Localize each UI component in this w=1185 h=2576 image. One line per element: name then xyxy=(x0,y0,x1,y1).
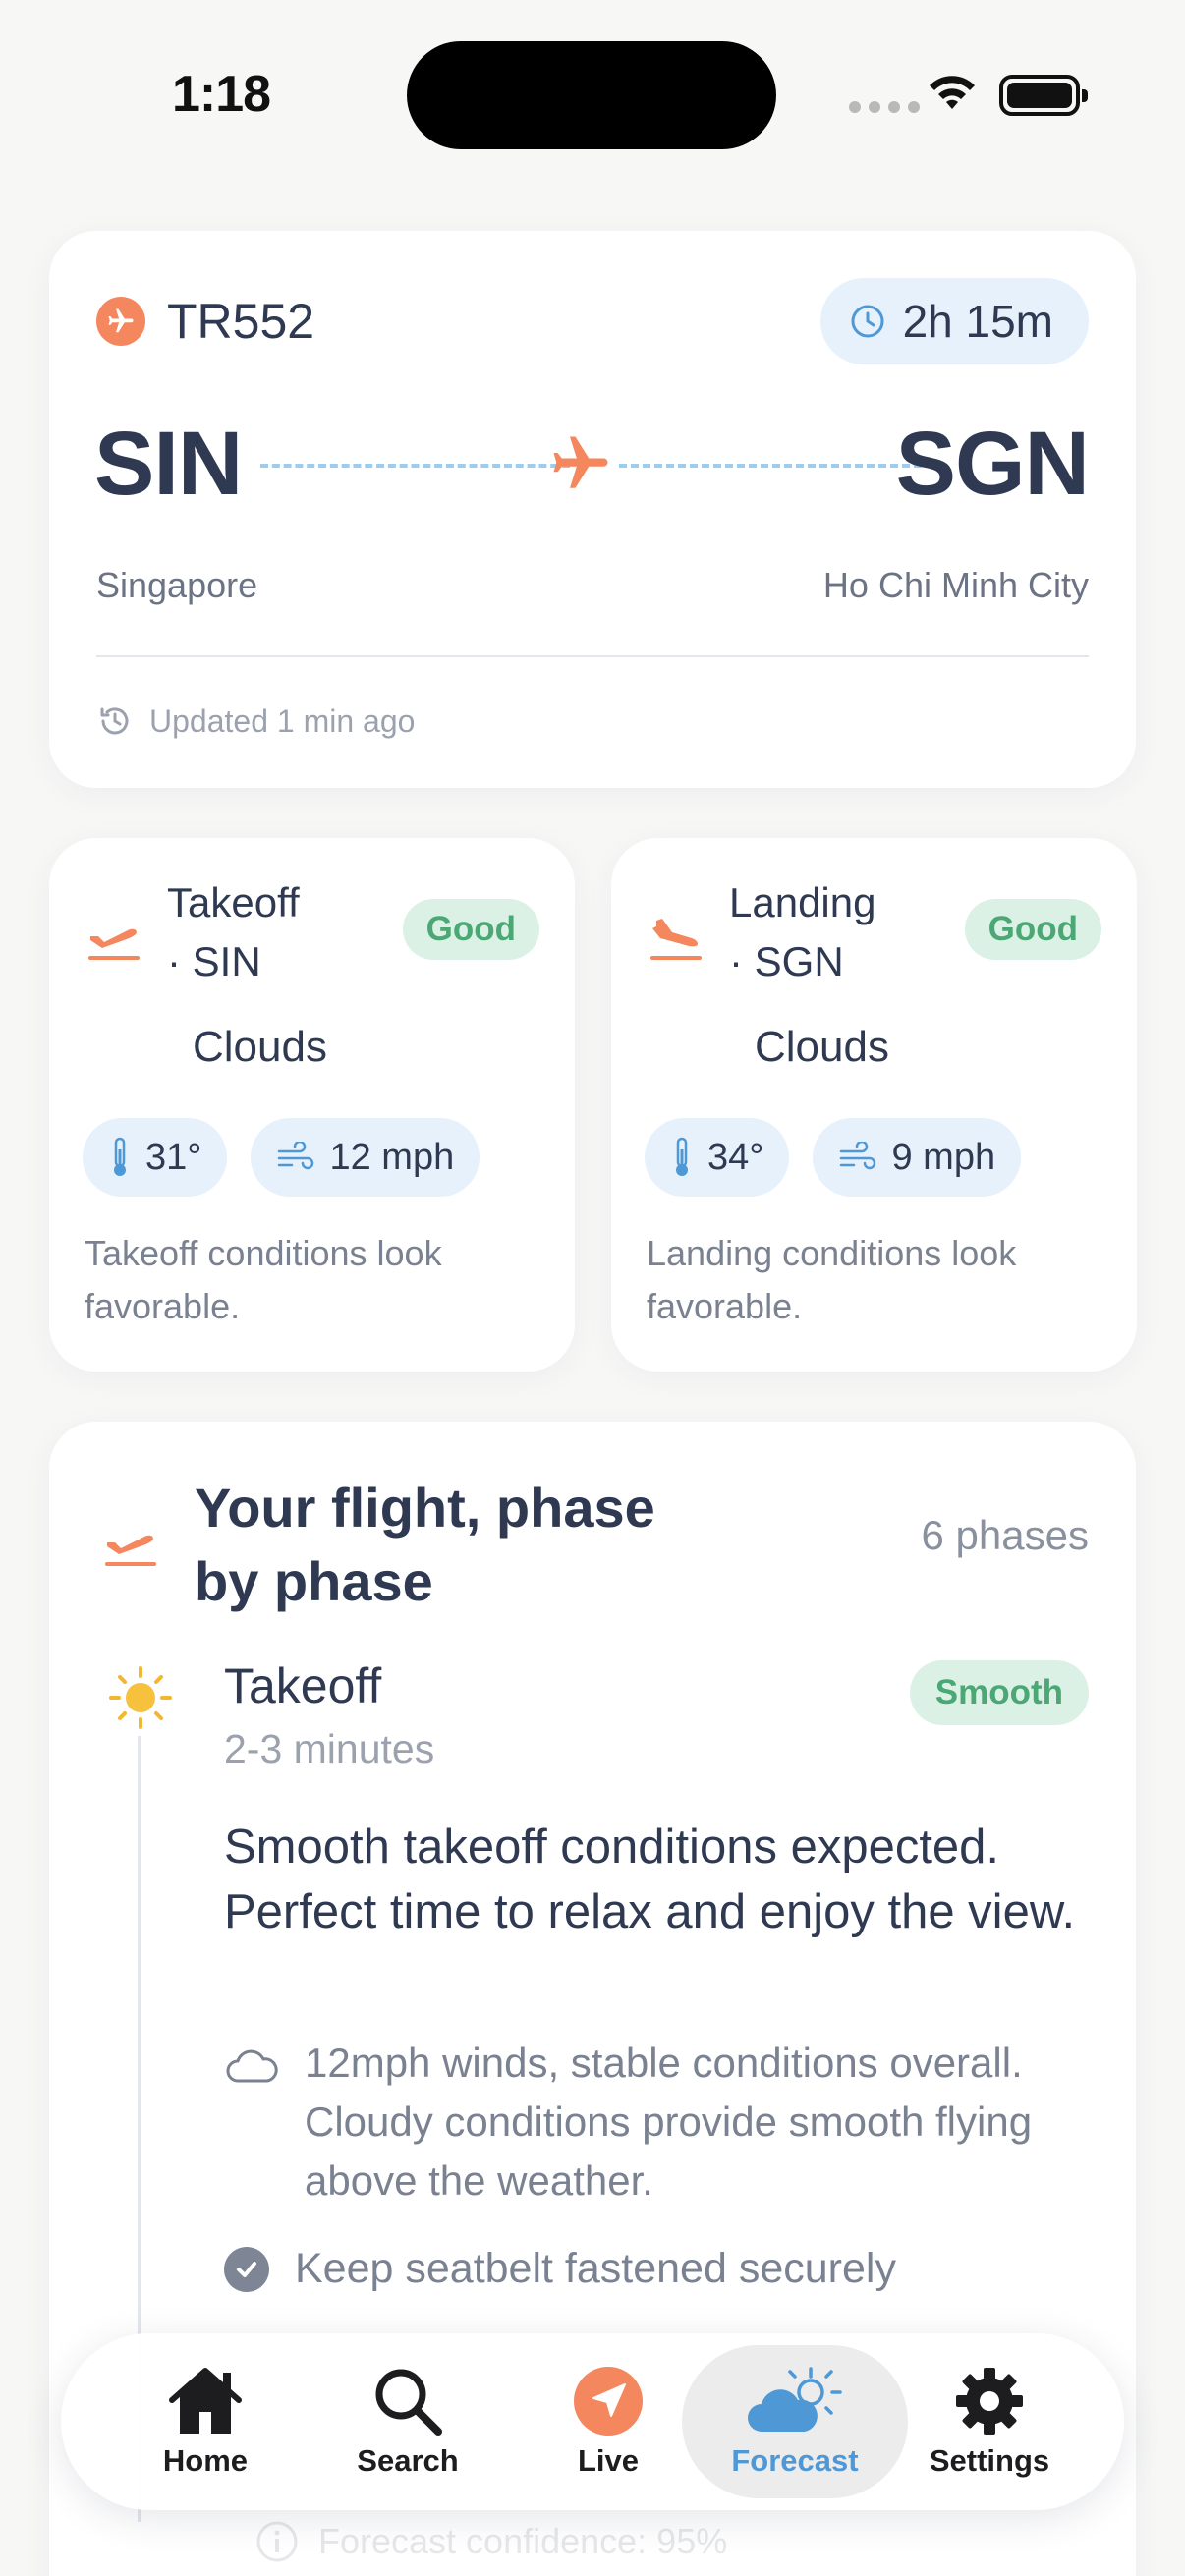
tab-live[interactable]: Live xyxy=(505,2345,711,2498)
landing-rating-badge: Good xyxy=(964,899,1101,960)
wind-icon xyxy=(278,1142,314,1170)
route-line-right xyxy=(619,464,933,468)
origin-city: Singapore xyxy=(96,565,258,605)
status-time: 1:18 xyxy=(172,66,271,123)
cloud-icon xyxy=(226,2049,278,2083)
last-updated: Updated 1 min ago xyxy=(96,702,415,740)
info-icon xyxy=(256,2521,298,2562)
destination-code: SGN xyxy=(895,414,1090,514)
landing-title: Landing · SGN xyxy=(729,879,876,984)
flight-number-text: TR552 xyxy=(167,294,315,349)
wind-chip: 9 mph xyxy=(813,1118,1022,1197)
destination-city: Ho Chi Minh City xyxy=(822,565,1089,605)
takeoff-icon xyxy=(88,928,140,960)
phase-detail: 12mph winds, stable conditions overall. … xyxy=(224,2034,1051,2211)
phase-tip: Keep seatbelt fastened securely xyxy=(224,2245,896,2293)
route-line-left xyxy=(260,464,570,468)
landing-metrics: 34° 9 mph xyxy=(645,1118,1022,1197)
sun-icon xyxy=(109,1666,172,1729)
clock-icon xyxy=(851,305,884,338)
takeoff-conditions-card[interactable]: Takeoff · SIN Good Clouds 31° 12 mph Tak… xyxy=(49,838,575,1372)
phase-name: Takeoff xyxy=(224,1658,382,1713)
forecast-confidence: Forecast confidence: 95% xyxy=(255,2520,727,2563)
cloud-sun-icon xyxy=(748,2367,842,2432)
phase-duration: 2-3 minutes xyxy=(224,1726,435,1771)
phases-title: Your flight, phase by phase xyxy=(195,1477,655,1612)
phases-count: 6 phases xyxy=(921,1512,1089,1558)
landing-icon xyxy=(650,919,702,960)
flight-summary-card[interactable]: TR552 2h 15m SIN SGN Singapore Ho Chi Mi… xyxy=(49,231,1136,788)
duration-pill: 2h 15m xyxy=(819,278,1089,364)
navigation-arrow-icon xyxy=(574,2367,643,2436)
landing-weather: Clouds xyxy=(755,1023,889,1071)
tab-forecast[interactable]: Forecast xyxy=(682,2345,908,2498)
landing-note: Landing conditions look favorable. xyxy=(647,1233,1017,1326)
flight-number: TR552 xyxy=(96,293,314,350)
route-plane-icon xyxy=(553,436,608,488)
wifi-icon xyxy=(930,76,975,109)
cellular-signal-icon xyxy=(849,101,920,113)
tab-search[interactable]: Search xyxy=(305,2345,511,2498)
takeoff-title: Takeoff · SIN xyxy=(167,879,300,984)
dynamic-island xyxy=(407,41,776,149)
status-bar: 1:18 xyxy=(0,0,1185,196)
thermometer-icon xyxy=(676,1137,688,1176)
checkmark-icon xyxy=(224,2246,269,2292)
takeoff-header: Takeoff · SIN xyxy=(85,873,364,991)
wind-icon xyxy=(840,1142,876,1170)
updated-text: Updated 1 min ago xyxy=(149,702,416,739)
tab-settings[interactable]: Settings xyxy=(886,2345,1093,2498)
landing-conditions-card[interactable]: Landing · SGN Good Clouds 34° 9 mph Land… xyxy=(611,838,1137,1372)
takeoff-icon xyxy=(105,1535,156,1566)
wind-chip: 12 mph xyxy=(251,1118,480,1197)
history-icon xyxy=(100,707,129,735)
phase-description: Smooth takeoff conditions expected. Perf… xyxy=(224,1820,1076,1938)
duration-text: 2h 15m xyxy=(902,296,1053,347)
battery-icon xyxy=(999,75,1088,116)
origin-code: SIN xyxy=(94,414,243,514)
temperature-chip: 31° xyxy=(83,1118,228,1197)
takeoff-rating-badge: Good xyxy=(402,899,539,960)
divider xyxy=(96,655,1089,657)
magnifier-icon xyxy=(375,2369,442,2436)
phase-rating-badge: Smooth xyxy=(909,1660,1089,1725)
tab-bar: Home Search Live Forecast Settings xyxy=(61,2333,1124,2510)
takeoff-metrics: 31° 12 mph xyxy=(83,1118,480,1197)
temperature-chip: 34° xyxy=(645,1118,790,1197)
house-icon xyxy=(169,2368,242,2434)
thermometer-icon xyxy=(114,1137,126,1176)
takeoff-weather: Clouds xyxy=(193,1023,327,1071)
tab-home[interactable]: Home xyxy=(102,2345,309,2498)
airplane-badge-icon xyxy=(96,297,145,346)
gear-icon xyxy=(956,2368,1023,2435)
landing-header: Landing · SGN xyxy=(647,873,926,991)
takeoff-note: Takeoff conditions look favorable. xyxy=(85,1233,442,1326)
